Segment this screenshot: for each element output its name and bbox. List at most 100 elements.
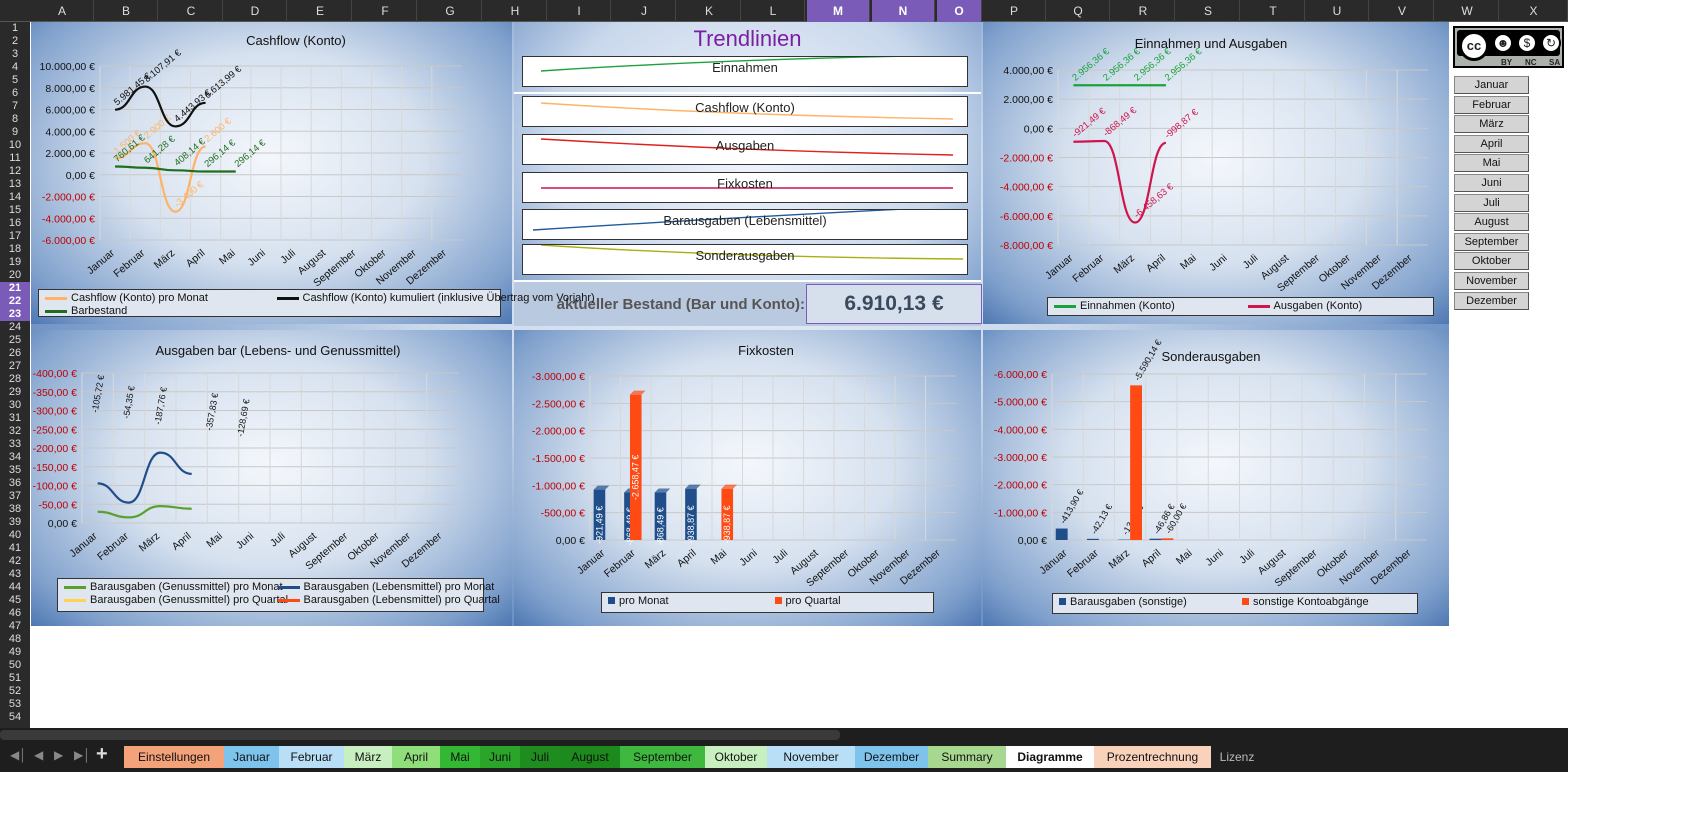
column-header-M[interactable]: M xyxy=(807,0,870,22)
column-header-T[interactable]: T xyxy=(1242,0,1305,22)
scroll-first-icon[interactable]: ◀│ xyxy=(10,748,27,762)
row-header-43[interactable]: 43 xyxy=(0,568,30,581)
month-button-juni[interactable]: Juni xyxy=(1454,174,1529,192)
column-header-W[interactable]: W xyxy=(1436,0,1499,22)
row-header-16[interactable]: 16 xyxy=(0,217,30,230)
row-header-10[interactable]: 10 xyxy=(0,139,30,152)
special-expenses-chart-panel[interactable] xyxy=(983,330,1449,626)
horizontal-scrollbar[interactable] xyxy=(0,730,840,740)
column-header-H[interactable]: H xyxy=(484,0,547,22)
row-header-53[interactable]: 53 xyxy=(0,698,30,711)
row-header-40[interactable]: 40 xyxy=(0,529,30,542)
column-header-P[interactable]: P xyxy=(983,0,1046,22)
month-button-märz[interactable]: März xyxy=(1454,115,1529,134)
row-header-6[interactable]: 6 xyxy=(0,87,30,100)
row-header-9[interactable]: 9 xyxy=(0,126,30,139)
row-header-51[interactable]: 51 xyxy=(0,672,30,685)
scroll-prev-icon[interactable]: ◀ xyxy=(34,748,43,762)
column-header-D[interactable]: D xyxy=(224,0,287,22)
column-header-X[interactable]: X xyxy=(1500,0,1568,22)
month-button-oktober[interactable]: Oktober xyxy=(1454,252,1529,271)
trendline-box-6[interactable]: Sonderausgaben xyxy=(522,244,968,275)
month-button-april[interactable]: April xyxy=(1454,134,1529,153)
row-header-26[interactable]: 26 xyxy=(0,347,30,360)
row-header-35[interactable]: 35 xyxy=(0,464,30,477)
row-header-5[interactable]: 5 xyxy=(0,74,30,87)
column-header-G[interactable]: G xyxy=(419,0,482,22)
row-header-7[interactable]: 7 xyxy=(0,100,30,113)
month-button-september[interactable]: September xyxy=(1454,232,1529,251)
column-header-O[interactable]: O xyxy=(937,0,982,22)
row-header-23[interactable]: 23 xyxy=(0,308,30,321)
trendline-box-2[interactable]: Cashflow (Konto) xyxy=(522,96,968,127)
row-header-27[interactable]: 27 xyxy=(0,360,30,373)
sheet-tab-oktober[interactable]: Oktober xyxy=(705,746,767,768)
scroll-next-icon[interactable]: ▶ xyxy=(54,748,63,762)
sheet-tab-einstellungen[interactable]: Einstellungen xyxy=(124,746,224,768)
row-header-24[interactable]: 24 xyxy=(0,321,30,334)
column-header-S[interactable]: S xyxy=(1177,0,1240,22)
row-header-17[interactable]: 17 xyxy=(0,230,30,243)
trendline-box-3[interactable]: Ausgaben xyxy=(522,134,968,165)
trendline-box-1[interactable]: Einnahmen xyxy=(522,56,968,87)
column-header-C[interactable]: C xyxy=(160,0,223,22)
row-header-30[interactable]: 30 xyxy=(0,399,30,412)
column-header-A[interactable]: A xyxy=(31,0,94,22)
row-header-22[interactable]: 22 xyxy=(0,295,30,308)
row-header-15[interactable]: 15 xyxy=(0,204,30,217)
fixed-costs-chart-panel[interactable] xyxy=(514,330,981,626)
row-header-31[interactable]: 31 xyxy=(0,412,30,425)
row-header-34[interactable]: 34 xyxy=(0,451,30,464)
row-header-45[interactable]: 45 xyxy=(0,594,30,607)
month-button-januar[interactable]: Januar xyxy=(1454,76,1529,94)
row-header-46[interactable]: 46 xyxy=(0,607,30,620)
month-button-november[interactable]: November xyxy=(1454,272,1529,290)
row-header-41[interactable]: 41 xyxy=(0,542,30,555)
row-header-13[interactable]: 13 xyxy=(0,178,30,191)
row-header-4[interactable]: 4 xyxy=(0,61,30,74)
row-header-37[interactable]: 37 xyxy=(0,490,30,503)
column-header-E[interactable]: E xyxy=(289,0,352,22)
column-header-L[interactable]: L xyxy=(742,0,805,22)
sheet-tab-prozentrechnung[interactable]: Prozentrechnung xyxy=(1094,746,1211,768)
scroll-last-icon[interactable]: ▶│ xyxy=(74,748,91,762)
row-header-18[interactable]: 18 xyxy=(0,243,30,256)
row-header-39[interactable]: 39 xyxy=(0,516,30,529)
column-header-B[interactable]: B xyxy=(95,0,158,22)
sheet-tab-juni[interactable]: Juni xyxy=(480,746,520,768)
column-header-F[interactable]: F xyxy=(354,0,417,22)
row-header-20[interactable]: 20 xyxy=(0,269,30,282)
month-button-juli[interactable]: Juli xyxy=(1454,193,1529,212)
row-header-52[interactable]: 52 xyxy=(0,685,30,698)
sheet-tab-september[interactable]: September xyxy=(620,746,705,768)
row-header-47[interactable]: 47 xyxy=(0,620,30,633)
row-header-28[interactable]: 28 xyxy=(0,373,30,386)
row-header-48[interactable]: 48 xyxy=(0,633,30,646)
income-expenses-chart-panel[interactable] xyxy=(983,22,1449,324)
row-header-14[interactable]: 14 xyxy=(0,191,30,204)
add-sheet-icon[interactable]: + xyxy=(96,743,108,766)
row-header-33[interactable]: 33 xyxy=(0,438,30,451)
row-header-49[interactable]: 49 xyxy=(0,646,30,659)
row-header-8[interactable]: 8 xyxy=(0,113,30,126)
trendline-box-4[interactable]: Fixkosten xyxy=(522,172,968,203)
row-header-11[interactable]: 11 xyxy=(0,152,30,165)
row-header-44[interactable]: 44 xyxy=(0,581,30,594)
sheet-tab-mai[interactable]: Mai xyxy=(440,746,480,768)
month-button-dezember[interactable]: Dezember xyxy=(1454,291,1529,310)
row-header-32[interactable]: 32 xyxy=(0,425,30,438)
sheet-tab-januar[interactable]: Januar xyxy=(224,746,279,768)
month-button-februar[interactable]: Februar xyxy=(1454,95,1529,114)
row-header-36[interactable]: 36 xyxy=(0,477,30,490)
balance-value-cell[interactable]: 6.910,13 € xyxy=(806,284,982,324)
sheet-tab-dezember[interactable]: Dezember xyxy=(855,746,928,768)
row-header-19[interactable]: 19 xyxy=(0,256,30,269)
sheet-tab-august[interactable]: August xyxy=(560,746,620,768)
sheet-tab-november[interactable]: November xyxy=(767,746,855,768)
row-header-42[interactable]: 42 xyxy=(0,555,30,568)
trendline-box-5[interactable]: Barausgaben (Lebensmittel) xyxy=(522,209,968,240)
sheet-tab-diagramme[interactable]: Diagramme xyxy=(1006,746,1094,768)
row-header-29[interactable]: 29 xyxy=(0,386,30,399)
sheet-tab-märz[interactable]: März xyxy=(344,746,392,768)
row-header-38[interactable]: 38 xyxy=(0,503,30,516)
